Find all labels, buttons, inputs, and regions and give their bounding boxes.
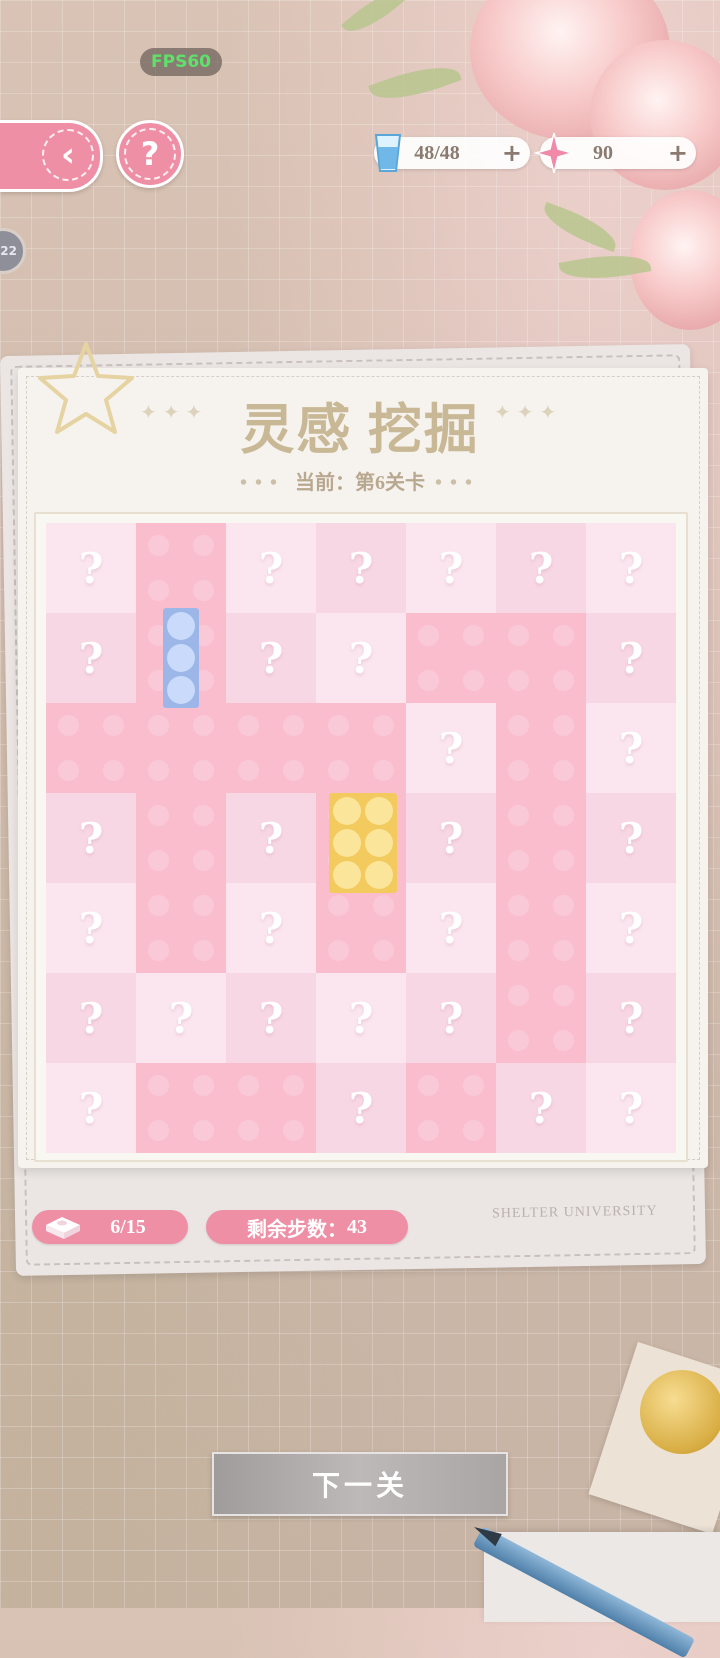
hidden-cell[interactable]: ? <box>226 523 316 613</box>
dug-cell <box>46 703 136 793</box>
dug-cell <box>316 883 406 973</box>
level-indicator: ••• 当前：第6关卡 ••• <box>0 466 720 495</box>
block-stud <box>167 612 195 640</box>
gem-value: 90 <box>593 141 613 164</box>
blocks-found-value: 6/15 <box>110 1215 146 1238</box>
dots-decoration: ••• <box>239 472 285 494</box>
brick-icon <box>46 1217 80 1239</box>
dug-cell <box>136 883 226 973</box>
next-level-button[interactable]: 下一关 <box>212 1452 508 1516</box>
hidden-cell[interactable]: ? <box>406 703 496 793</box>
hidden-cell[interactable]: ? <box>586 523 676 613</box>
game-title: 灵感 挖掘 <box>240 400 480 460</box>
wax-seal-icon <box>640 1370 720 1454</box>
dug-cell <box>136 1063 226 1153</box>
energy-value: 48/48 <box>414 141 460 164</box>
dug-cell <box>496 973 586 1063</box>
blocks-found-counter: 6/15 <box>32 1210 188 1244</box>
gem-add-button[interactable]: + <box>668 137 688 169</box>
back-button[interactable]: ‹ <box>0 120 103 192</box>
block-stud <box>333 797 361 825</box>
current-label: 当前： <box>295 472 355 494</box>
hidden-cell[interactable]: ? <box>586 883 676 973</box>
dug-cell <box>406 1063 496 1153</box>
dug-cell <box>316 703 406 793</box>
hidden-cell[interactable]: ? <box>226 793 316 883</box>
steps-value: 43 <box>347 1215 367 1238</box>
energy-counter[interactable]: 48/48 + <box>374 134 530 172</box>
hidden-cell[interactable]: ? <box>586 973 676 1063</box>
blue-block <box>163 608 199 708</box>
hidden-cell[interactable]: ? <box>406 523 496 613</box>
chevron-left-icon: ‹ <box>42 129 94 181</box>
block-stud <box>333 861 361 889</box>
steps-label: 剩余步数： <box>247 1218 347 1241</box>
hidden-cell[interactable]: ? <box>226 883 316 973</box>
hidden-cell[interactable]: ? <box>46 1063 136 1153</box>
hidden-cell[interactable]: ? <box>46 883 136 973</box>
hidden-cell[interactable]: ? <box>46 523 136 613</box>
hidden-cell[interactable]: ? <box>136 973 226 1063</box>
block-stud <box>365 861 393 889</box>
dug-cell <box>136 523 226 613</box>
fps-counter: FPS60 <box>140 48 222 76</box>
hidden-cell[interactable]: ? <box>46 613 136 703</box>
hidden-cell[interactable]: ? <box>496 1063 586 1153</box>
dug-cell <box>496 613 586 703</box>
block-stud <box>365 797 393 825</box>
dug-cell <box>136 793 226 883</box>
block-stud <box>333 829 361 857</box>
hidden-cell[interactable]: ? <box>586 1063 676 1153</box>
hidden-cell[interactable]: ? <box>406 793 496 883</box>
hidden-cell[interactable]: ? <box>406 973 496 1063</box>
dug-cell <box>136 703 226 793</box>
dig-board: ?????????????????????????????? <box>34 512 688 1162</box>
block-stud <box>167 644 195 672</box>
dug-cell <box>226 703 316 793</box>
dug-cell <box>406 613 496 703</box>
dots-decoration: ••• <box>435 472 481 494</box>
hidden-cell[interactable]: ? <box>316 613 406 703</box>
hidden-cell[interactable]: ? <box>46 793 136 883</box>
help-button[interactable]: ? <box>116 120 184 188</box>
dug-cell <box>496 703 586 793</box>
block-stud <box>365 829 393 857</box>
hidden-cell[interactable]: ? <box>586 793 676 883</box>
dug-cell <box>496 793 586 883</box>
hidden-cell[interactable]: ? <box>316 523 406 613</box>
steps-remaining: 剩余步数： 43 <box>206 1210 408 1244</box>
hidden-cell[interactable]: ? <box>226 613 316 703</box>
dig-grid: ?????????????????????????????? <box>46 523 676 1153</box>
hidden-cell[interactable]: ? <box>406 883 496 973</box>
hidden-cell[interactable]: ? <box>586 703 676 793</box>
hidden-cell[interactable]: ? <box>496 523 586 613</box>
watermark-text: SHELTER UNIVERSITY <box>491 1203 658 1222</box>
hidden-cell[interactable]: ? <box>316 1063 406 1153</box>
question-icon: ? <box>124 128 176 180</box>
dug-cell <box>496 883 586 973</box>
hidden-cell[interactable]: ? <box>316 973 406 1063</box>
hidden-cell[interactable]: ? <box>46 973 136 1063</box>
block-stud <box>167 676 195 704</box>
energy-add-button[interactable]: + <box>502 137 522 169</box>
gem-counter[interactable]: 90 + <box>534 132 696 174</box>
hidden-cell[interactable]: ? <box>586 613 676 703</box>
dug-cell <box>226 1063 316 1153</box>
yellow-block <box>329 793 397 893</box>
current-level: 第6关卡 <box>355 472 425 494</box>
hidden-cell[interactable]: ? <box>226 973 316 1063</box>
